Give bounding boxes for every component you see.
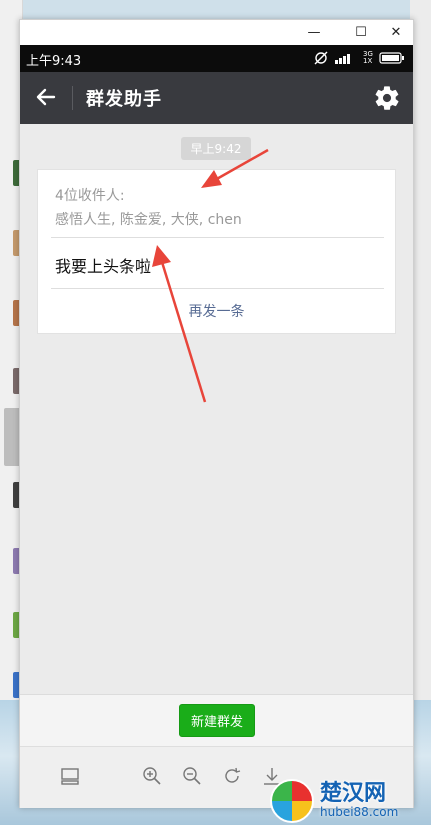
card-divider — [51, 288, 384, 289]
gear-icon[interactable] — [373, 84, 401, 112]
message-timestamp: 早上9:42 — [181, 137, 251, 160]
status-time: 上午9:43 — [26, 54, 82, 69]
sync-off-icon — [314, 51, 328, 65]
network-label: 3G 1X — [363, 50, 373, 65]
recipients-label: 4位收件人: — [55, 188, 125, 204]
close-button[interactable]: ✕ — [381, 20, 411, 45]
message-text: 我要上头条啦 — [55, 257, 152, 276]
watermark: 楚汉网 hubei88.com — [270, 776, 431, 825]
zoom-out-icon[interactable] — [181, 765, 203, 787]
resend-link[interactable]: 再发一条 — [38, 301, 395, 321]
page-title: 群发助手 — [86, 89, 162, 110]
status-bar: 上午9:43 3G 1X — [20, 45, 413, 72]
minimize-button[interactable]: — — [299, 20, 329, 45]
status-icons: 3G 1X — [313, 51, 405, 65]
emulator-window: — ☐ ✕ 上午9:43 3G 1X 群发助手 早上9:42 4位收件人: 感悟… — [19, 19, 414, 808]
new-broadcast-button[interactable]: 新建群发 — [179, 704, 255, 737]
card-divider — [51, 237, 384, 238]
chat-area: 早上9:42 4位收件人: 感悟人生, 陈金爱, 大侠, chen 我要上头条啦… — [20, 124, 413, 694]
screen-icon[interactable] — [59, 765, 81, 787]
watermark-logo-icon — [270, 778, 314, 823]
watermark-name: 楚汉网 — [320, 780, 387, 806]
recipients-list: 感悟人生, 陈金爱, 大侠, chen — [55, 212, 242, 228]
window-titlebar: — ☐ ✕ — [20, 20, 413, 45]
signal-icon — [335, 54, 350, 64]
app-bar-divider — [72, 86, 73, 110]
bottom-action-bar: 新建群发 — [20, 694, 413, 746]
watermark-url: hubei88.com — [320, 804, 399, 819]
maximize-button[interactable]: ☐ — [346, 20, 376, 45]
battery-icon — [379, 52, 404, 64]
app-bar: 群发助手 — [20, 72, 413, 124]
broadcast-card: 4位收件人: 感悟人生, 陈金爱, 大侠, chen 我要上头条啦 再发一条 — [37, 169, 396, 334]
arrow-left-icon[interactable] — [34, 85, 58, 109]
rotate-icon[interactable] — [221, 765, 243, 787]
zoom-in-icon[interactable] — [141, 765, 163, 787]
